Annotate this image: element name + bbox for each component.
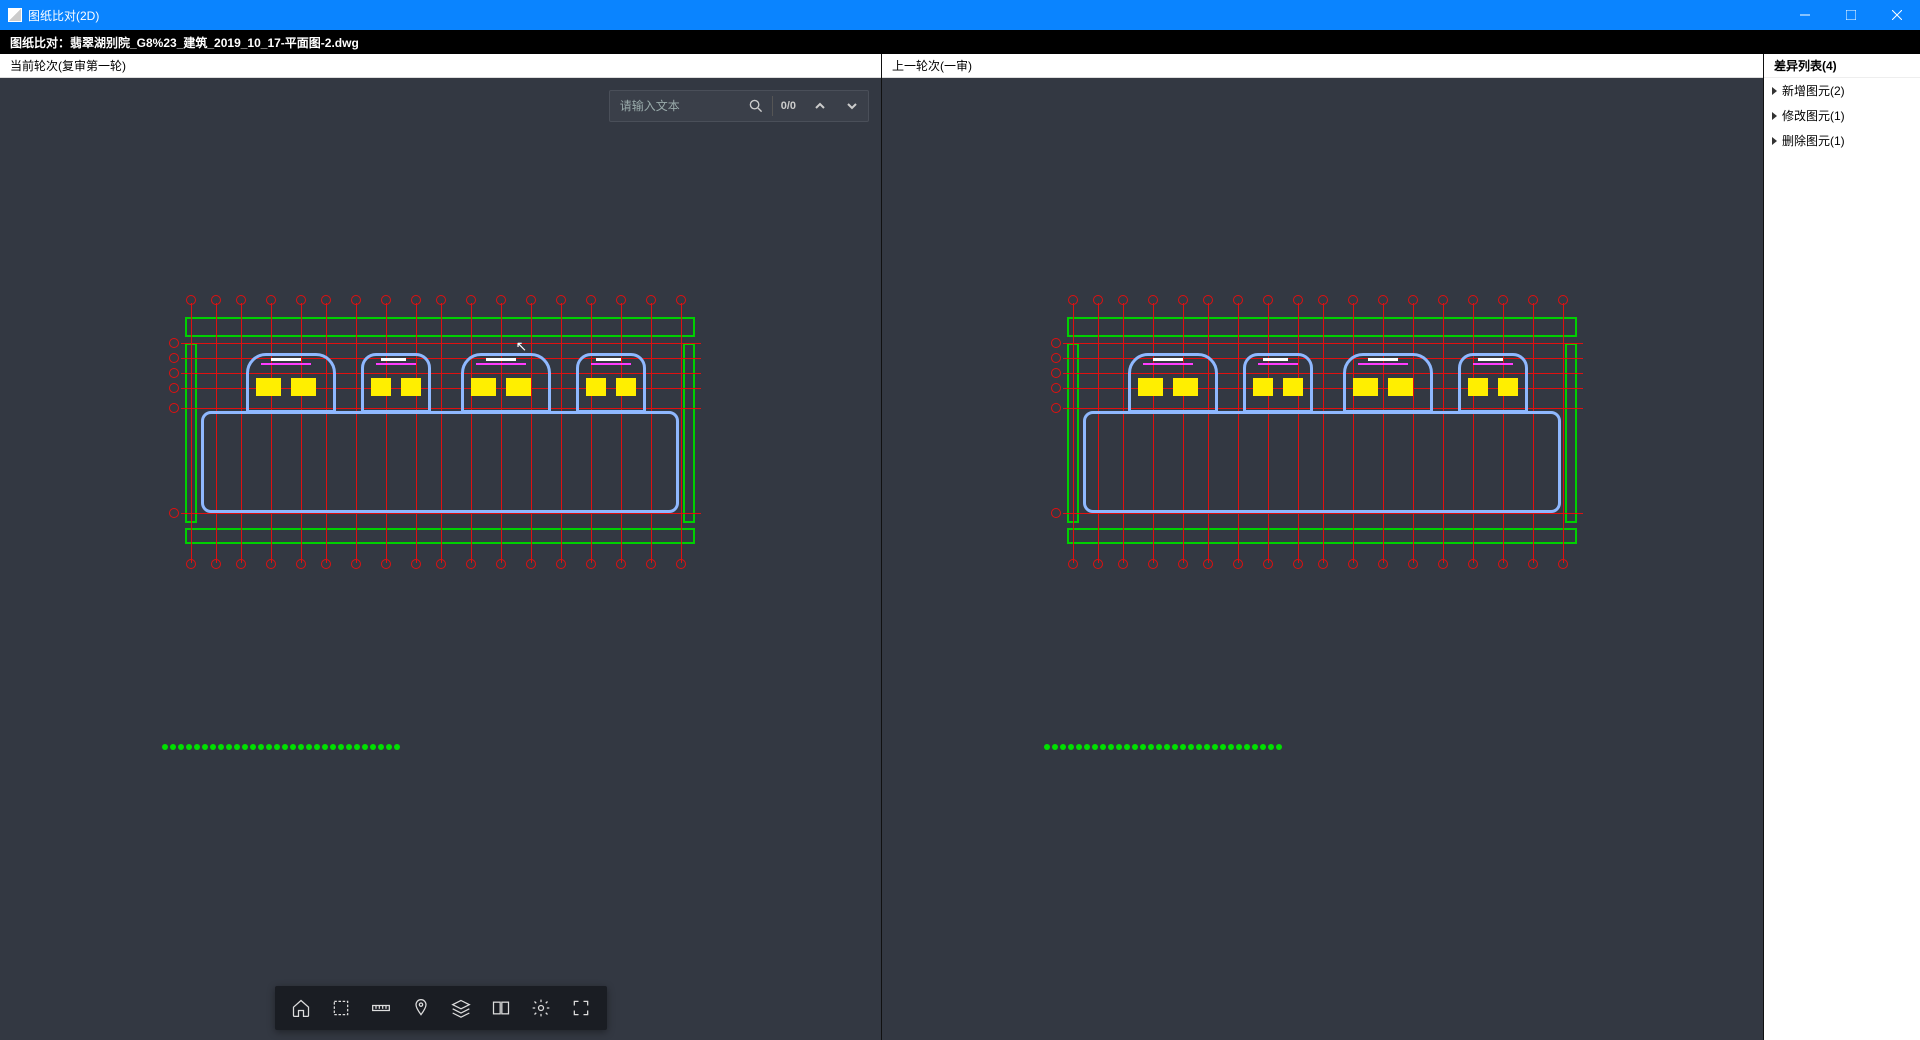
search-count: 0/0 <box>773 100 804 112</box>
chevron-right-icon <box>1772 87 1777 95</box>
tree-item-label: 修改图元(1) <box>1782 107 1845 124</box>
pin-button[interactable] <box>401 988 441 1028</box>
region-select-button[interactable] <box>321 988 361 1028</box>
tree-item-label: 新增图元(2) <box>1782 82 1845 99</box>
close-button[interactable] <box>1874 0 1920 30</box>
app-icon <box>8 8 22 22</box>
search-input[interactable] <box>610 99 740 113</box>
tree-item-label: 删除图元(1) <box>1782 132 1845 149</box>
window-controls <box>1782 0 1920 30</box>
chevron-right-icon <box>1772 137 1777 145</box>
search-bar: 0/0 <box>609 90 869 122</box>
legend-block <box>1043 743 1603 833</box>
maximize-button[interactable] <box>1828 0 1874 30</box>
content-area: 当前轮次(复审第一轮) 0/0 <box>0 54 1920 1040</box>
left-pane-header: 当前轮次(复审第一轮) <box>0 54 881 78</box>
tree-item-deleted[interactable]: 删除图元(1) <box>1764 128 1920 153</box>
tree-item-added[interactable]: 新增图元(2) <box>1764 78 1920 103</box>
fullscreen-button[interactable] <box>561 988 601 1028</box>
tree-item-modified[interactable]: 修改图元(1) <box>1764 103 1920 128</box>
measure-button[interactable] <box>361 988 401 1028</box>
layers-button[interactable] <box>441 988 481 1028</box>
search-prev-button[interactable] <box>804 90 836 122</box>
legend-block <box>161 743 721 833</box>
search-next-button[interactable] <box>836 90 868 122</box>
home-button[interactable] <box>281 988 321 1028</box>
viewer-toolbar <box>275 986 607 1030</box>
cad-drawing-right <box>1043 283 1603 643</box>
diff-sidebar: 差异列表(4) 新增图元(2) 修改图元(1) 删除图元(1) <box>1764 54 1920 1040</box>
compare-button[interactable] <box>481 988 521 1028</box>
left-pane: 当前轮次(复审第一轮) 0/0 <box>0 54 882 1040</box>
titlebar: 图纸比对(2D) <box>0 0 1920 30</box>
right-canvas[interactable] <box>882 78 1763 1040</box>
minimize-button[interactable] <box>1782 0 1828 30</box>
document-header: 图纸比对：翡翠湖别院_G8%23_建筑_2019_10_17-平面图-2.dwg <box>0 30 1920 54</box>
right-pane-header: 上一轮次(一审) <box>882 54 1763 78</box>
search-icon[interactable] <box>740 90 772 122</box>
right-pane: 上一轮次(一审) <box>882 54 1764 1040</box>
chevron-right-icon <box>1772 112 1777 120</box>
window-title: 图纸比对(2D) <box>28 7 99 24</box>
document-title: 图纸比对：翡翠湖别院_G8%23_建筑_2019_10_17-平面图-2.dwg <box>10 34 359 51</box>
cad-drawing-left: ↖ <box>161 283 721 643</box>
diff-sidebar-header: 差异列表(4) <box>1764 54 1920 78</box>
left-canvas[interactable]: 0/0 <box>0 78 881 1040</box>
settings-button[interactable] <box>521 988 561 1028</box>
